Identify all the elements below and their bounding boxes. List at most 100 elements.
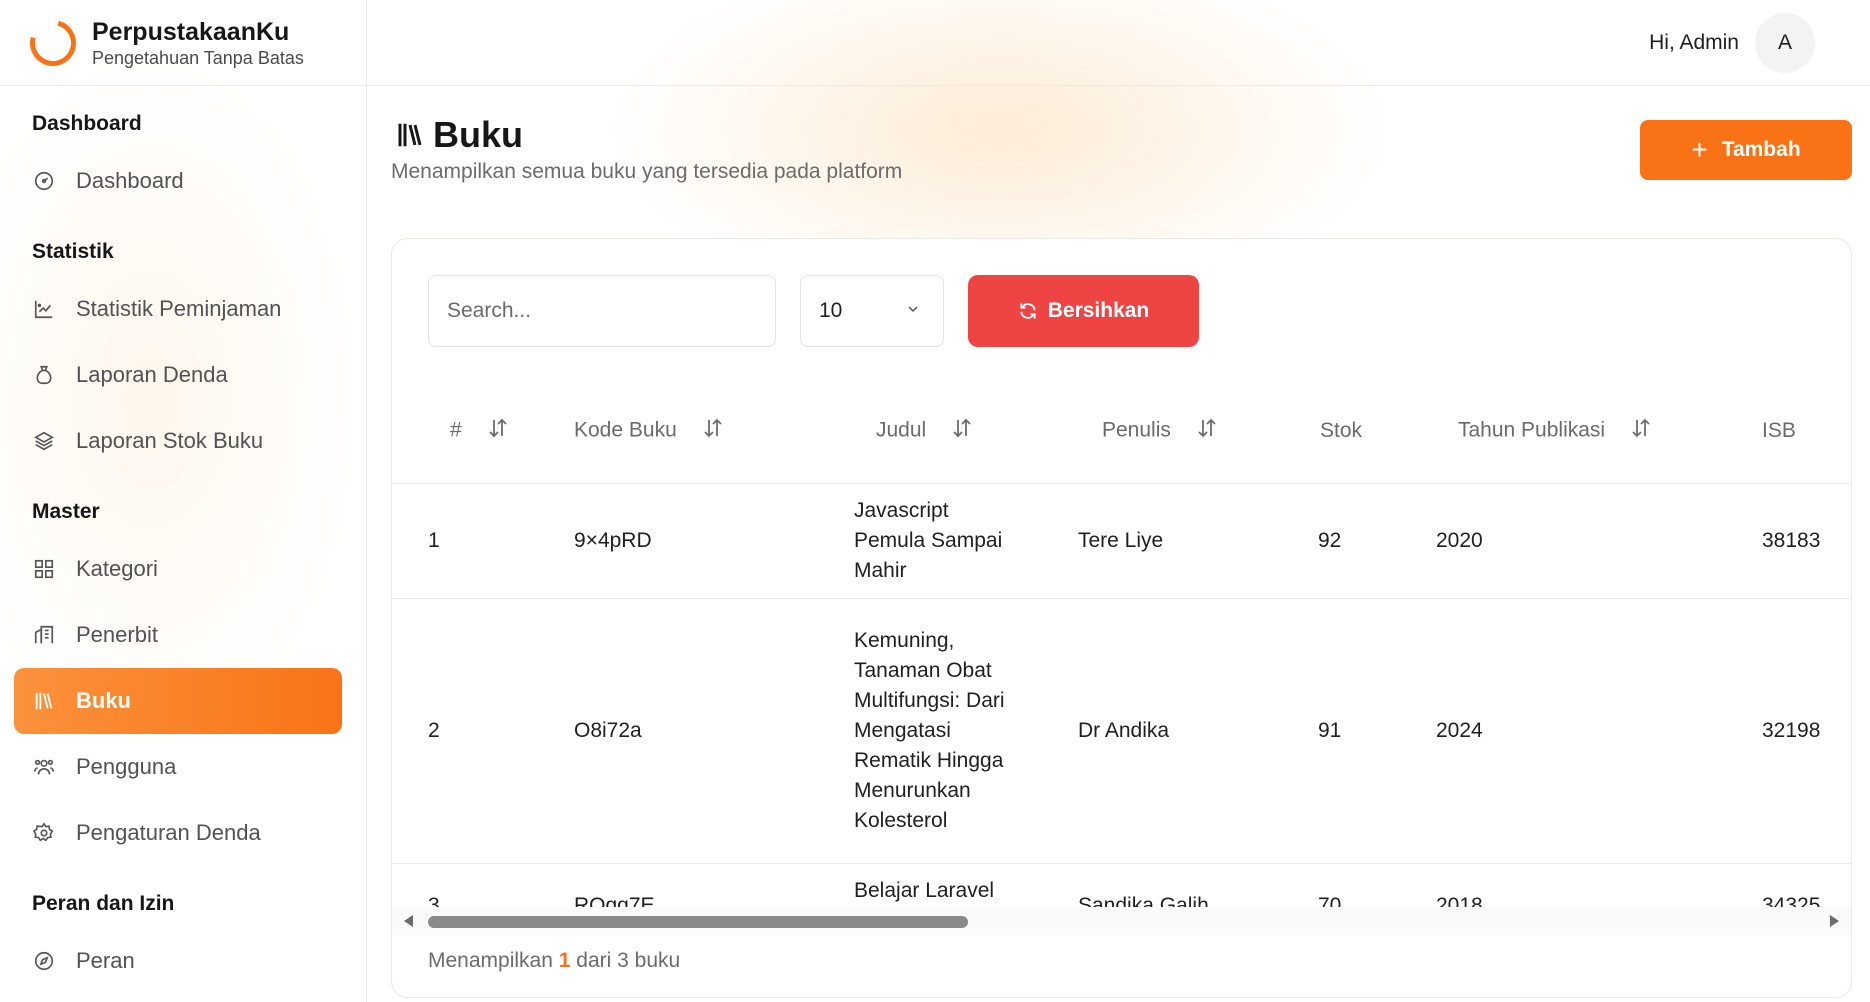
column-header-judul[interactable]: Judul bbox=[854, 379, 1078, 484]
sort-icon[interactable] bbox=[488, 417, 508, 445]
cell-number: 1 bbox=[392, 483, 574, 599]
page-subtitle: Menampilkan semua buku yang tersedia pad… bbox=[391, 160, 903, 183]
section-title-statistik: Statistik bbox=[32, 240, 114, 263]
greeting: Hi, Admin bbox=[1649, 30, 1739, 54]
table-row[interactable]: 2 O8i72a Kemuning, Tanaman Obat Multifun… bbox=[392, 598, 1851, 864]
compass-icon bbox=[32, 949, 56, 973]
table-scroll-area[interactable]: # Kode Buku Judul Penulis Stok Tahun Pub… bbox=[392, 379, 1851, 909]
sidebar-item-dashboard[interactable]: Dashboard bbox=[14, 148, 342, 214]
cell-isbn: 34325 bbox=[1762, 863, 1851, 909]
cell-penulis: Tere Liye bbox=[1078, 483, 1318, 599]
sidebar-item-label: Peran bbox=[76, 948, 135, 973]
horizontal-scrollbar[interactable] bbox=[392, 907, 1851, 935]
cell-stok: 92 bbox=[1318, 483, 1436, 599]
column-header-kode-buku[interactable]: Kode Buku bbox=[574, 379, 854, 484]
sidebar-item-penerbit[interactable]: Penerbit bbox=[14, 602, 342, 668]
cell-isbn: 32198 bbox=[1762, 598, 1851, 864]
column-header-tahun-publikasi[interactable]: Tahun Publikasi bbox=[1436, 379, 1762, 484]
cell-judul: Javascript Pemula Sampai Mahir bbox=[854, 483, 1078, 599]
refresh-icon bbox=[1018, 301, 1038, 321]
sidebar-item-label: Statistik Peminjaman bbox=[76, 296, 282, 321]
cell-penulis: Dr Andika bbox=[1078, 598, 1318, 864]
column-header-number[interactable]: # bbox=[392, 379, 574, 484]
clear-button-label: Bersihkan bbox=[1047, 299, 1150, 322]
cell-tahun: 2020 bbox=[1436, 483, 1762, 599]
sort-icon[interactable] bbox=[1197, 417, 1217, 445]
avatar[interactable]: A bbox=[1755, 12, 1815, 73]
brand-subtitle: Pengetahuan Tanpa Batas bbox=[92, 47, 304, 68]
sidebar-item-laporan-denda[interactable]: Laporan Denda bbox=[14, 342, 342, 408]
scroll-left-arrow-icon[interactable] bbox=[404, 915, 413, 927]
brand-title: PerpustakaanKu bbox=[92, 17, 290, 46]
sidebar-item-label: Laporan Stok Buku bbox=[76, 428, 264, 453]
plus-icon: + bbox=[1691, 134, 1708, 165]
gear-icon bbox=[32, 821, 56, 845]
section-title-dashboard: Dashboard bbox=[32, 112, 142, 135]
sidebar: PerpustakaanKu Pengetahuan Tanpa Batas D… bbox=[0, 0, 367, 1002]
topbar: Hi, Admin A bbox=[367, 0, 1870, 86]
sort-icon[interactable] bbox=[1631, 417, 1651, 445]
sidebar-item-laporan-stok-buku[interactable]: Laporan Stok Buku bbox=[14, 408, 342, 474]
cell-isbn: 38183 bbox=[1762, 483, 1851, 599]
brand-logo-icon bbox=[21, 11, 85, 74]
cell-kode-buku: O8i72a bbox=[574, 598, 854, 864]
sidebar-item-buku[interactable]: Buku bbox=[14, 668, 342, 734]
sidebar-item-label: Dashboard bbox=[76, 168, 184, 193]
money-bag-icon bbox=[32, 363, 56, 387]
books-table: # Kode Buku Judul Penulis Stok Tahun Pub… bbox=[392, 379, 1851, 909]
sidebar-item-pengaturan-denda[interactable]: Pengaturan Denda bbox=[14, 800, 342, 866]
main-content: Buku Menampilkan semua buku yang tersedi… bbox=[391, 86, 1852, 1002]
table-header-row: # Kode Buku Judul Penulis Stok Tahun Pub… bbox=[392, 379, 1851, 484]
library-icon bbox=[32, 689, 56, 713]
cell-kode-buku: RQgq7E bbox=[574, 863, 854, 909]
chevron-down-icon bbox=[905, 299, 921, 323]
column-header-penulis[interactable]: Penulis bbox=[1078, 379, 1318, 484]
sidebar-item-label: Buku bbox=[76, 688, 131, 713]
users-icon bbox=[32, 755, 56, 779]
table-row[interactable]: 1 9×4pRD Javascript Pemula Sampai Mahir … bbox=[392, 483, 1851, 599]
per-page-value: 10 bbox=[819, 299, 843, 322]
cell-number: 2 bbox=[392, 598, 574, 864]
cell-number: 3 bbox=[392, 863, 574, 909]
cell-judul: Kemuning, Tanaman Obat Multifungsi: Dari… bbox=[854, 598, 1078, 864]
scroll-right-arrow-icon[interactable] bbox=[1830, 915, 1839, 927]
search-input[interactable] bbox=[428, 275, 776, 347]
add-button-label: Tambah bbox=[1721, 138, 1801, 161]
sidebar-item-statistik-peminjaman[interactable]: Statistik Peminjaman bbox=[14, 276, 342, 342]
current-count: 1 bbox=[558, 949, 571, 972]
cell-tahun: 2018 bbox=[1436, 863, 1762, 909]
section-title-peran-dan-izin: Peran dan Izin bbox=[32, 892, 175, 915]
sidebar-item-peran[interactable]: Peran bbox=[14, 928, 342, 994]
grid-icon bbox=[32, 557, 56, 581]
cell-judul: Belajar Laravel Inertia JS bbox=[854, 863, 1078, 909]
layers-icon bbox=[32, 429, 56, 453]
page-title-text: Buku bbox=[433, 114, 523, 155]
dashboard-gauge-icon bbox=[32, 169, 56, 193]
table-toolbar: 10 Bersihkan bbox=[428, 275, 1199, 347]
column-header-isbn: ISB bbox=[1762, 379, 1851, 484]
add-book-button[interactable]: + Tambah bbox=[1640, 120, 1852, 180]
scrollbar-thumb[interactable] bbox=[428, 916, 968, 928]
sort-icon[interactable] bbox=[703, 417, 723, 445]
sidebar-item-label: Pengguna bbox=[76, 754, 177, 779]
clear-filter-button[interactable]: Bersihkan bbox=[968, 275, 1199, 347]
section-title-master: Master bbox=[32, 500, 100, 523]
library-icon bbox=[395, 120, 425, 150]
sidebar-item-label: Kategori bbox=[76, 556, 158, 581]
sidebar-item-pengguna[interactable]: Pengguna bbox=[14, 734, 342, 800]
building-icon bbox=[32, 623, 56, 647]
table-row[interactable]: 3 RQgq7E Belajar Laravel Inertia JS Sand… bbox=[392, 863, 1851, 909]
sidebar-item-label: Laporan Denda bbox=[76, 362, 228, 387]
column-header-stok: Stok bbox=[1318, 379, 1436, 484]
pagination-info: Menampilkan 1 dari 3 buku bbox=[428, 949, 681, 972]
brand[interactable]: PerpustakaanKu Pengetahuan Tanpa Batas bbox=[0, 0, 366, 86]
cell-stok: 70 bbox=[1318, 863, 1436, 909]
sidebar-item-kategori[interactable]: Kategori bbox=[14, 536, 342, 602]
sidebar-item-label: Penerbit bbox=[76, 622, 158, 647]
cell-tahun: 2024 bbox=[1436, 598, 1762, 864]
sort-icon[interactable] bbox=[952, 417, 972, 445]
chart-icon bbox=[32, 297, 56, 321]
per-page-select[interactable]: 10 bbox=[800, 275, 944, 347]
sidebar-item-label: Pengaturan Denda bbox=[76, 820, 261, 845]
cell-stok: 91 bbox=[1318, 598, 1436, 864]
